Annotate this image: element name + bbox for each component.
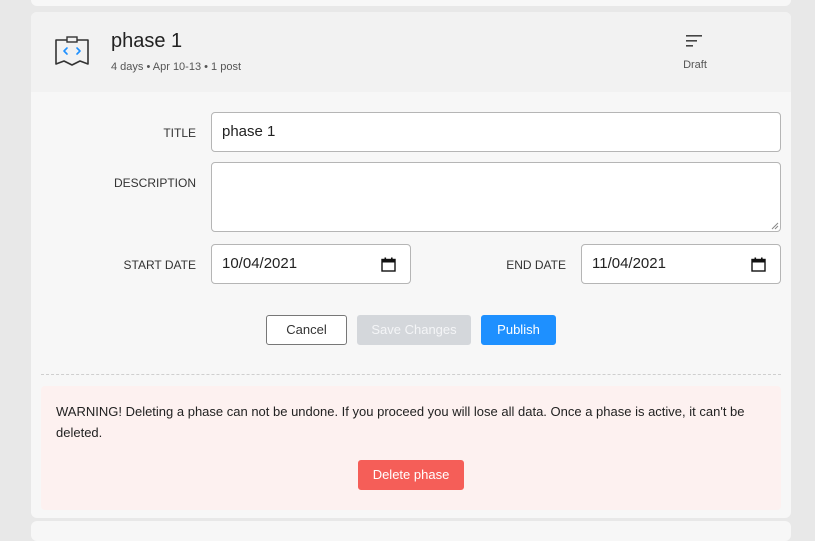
next-phase-card <box>31 521 791 541</box>
start-date-value: 10/04/2021 <box>222 255 298 272</box>
cancel-button[interactable]: Cancel <box>266 315 347 345</box>
warning-text: WARNING! Deleting a phase can not be und… <box>56 404 745 440</box>
status-label: Draft <box>683 59 707 71</box>
delete-warning-box: WARNING! Deleting a phase can not be und… <box>41 386 781 510</box>
start-date-input[interactable]: 10/04/2021 <box>211 244 411 284</box>
resize-grip-icon[interactable] <box>771 222 779 230</box>
delete-phase-button[interactable]: Delete phase <box>358 460 464 490</box>
save-changes-button[interactable]: Save Changes <box>357 315 471 345</box>
end-date-label: END DATE <box>506 258 566 272</box>
phase-meta: 4 days • Apr 10-13 • 1 post <box>111 61 242 73</box>
previous-phase-card <box>31 0 791 6</box>
end-date-input[interactable]: 11/04/2021 <box>581 244 781 284</box>
draft-lines-icon <box>686 35 702 47</box>
code-folder-icon <box>55 36 89 66</box>
phase-title: phase 1 <box>111 30 183 52</box>
phase-card: phase 1 4 days • Apr 10-13 • 1 post Draf… <box>31 12 791 518</box>
end-date-value: 11/04/2021 <box>592 255 666 272</box>
phase-header[interactable]: phase 1 4 days • Apr 10-13 • 1 post Draf… <box>31 12 791 92</box>
calendar-icon[interactable] <box>381 257 396 272</box>
start-date-label: START DATE <box>123 258 196 272</box>
publish-button[interactable]: Publish <box>481 315 556 345</box>
calendar-icon[interactable] <box>751 257 766 272</box>
title-input[interactable]: phase 1 <box>211 112 781 152</box>
description-label: DESCRIPTION <box>113 176 196 190</box>
section-divider <box>41 374 781 375</box>
title-label: TITLE <box>163 126 196 140</box>
description-textarea[interactable] <box>211 162 781 232</box>
